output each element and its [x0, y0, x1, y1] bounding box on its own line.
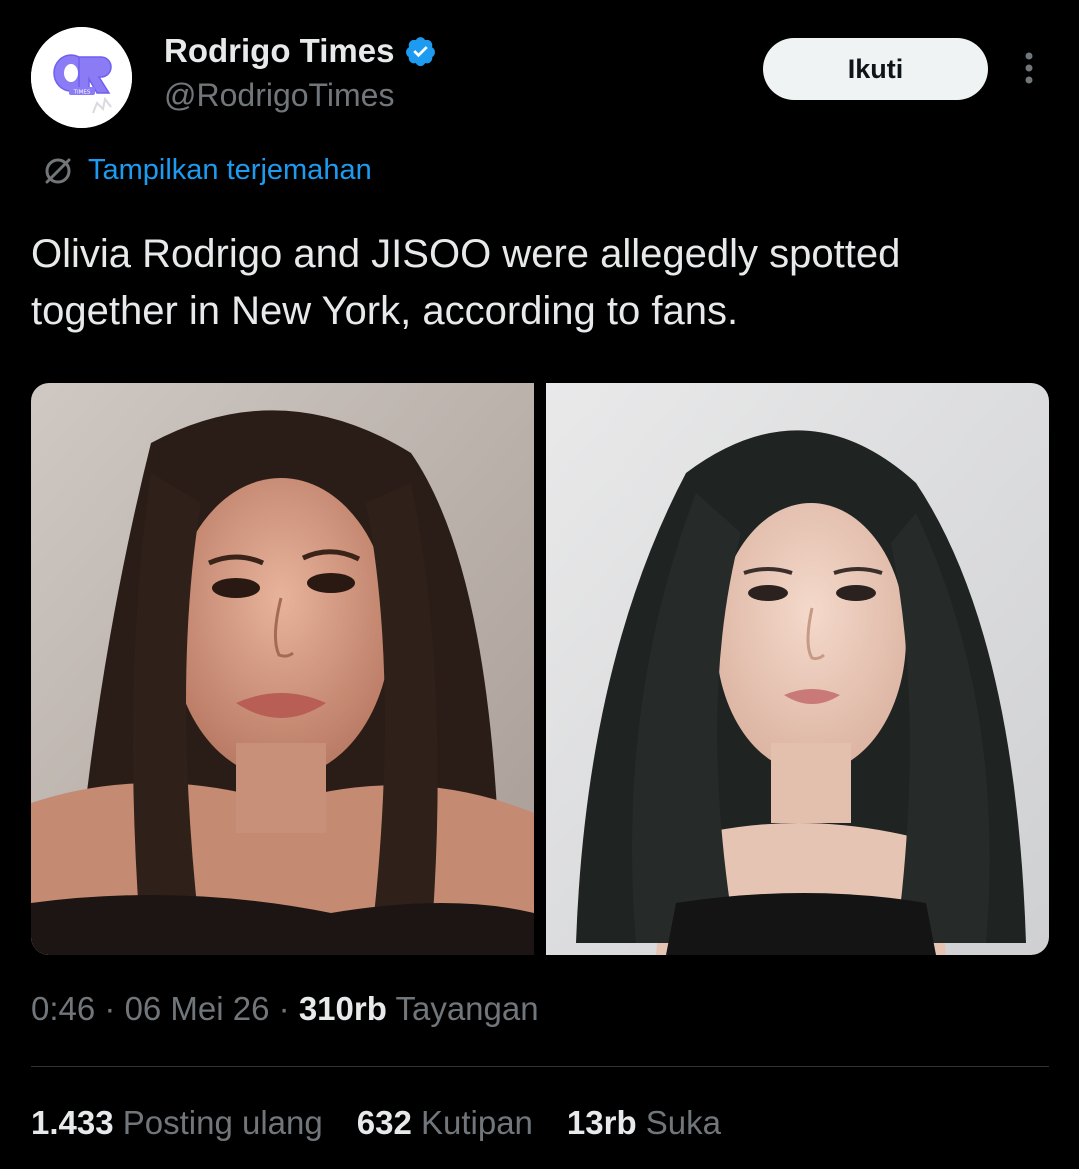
tweet-text: Olivia Rodrigo and JISOO were allegedly …: [31, 232, 901, 333]
quotes-stat[interactable]: 632 Kutipan: [357, 1104, 533, 1142]
avatar-logo: TIMES: [31, 27, 132, 128]
display-name[interactable]: Rodrigo Times: [164, 32, 394, 70]
portrait-image-left: [31, 383, 534, 955]
meta-separator: ·: [95, 990, 125, 1027]
tweet-time[interactable]: 0:46: [31, 990, 95, 1027]
views-count[interactable]: 310rb: [299, 990, 387, 1027]
portrait-image-right: [546, 383, 1049, 955]
avatar-subtext: TIMES: [73, 90, 91, 96]
reposts-count: 1.433: [31, 1104, 114, 1141]
engagement-stats: 1.433 Posting ulang 632 Kutipan 13rb Suk…: [31, 1104, 721, 1142]
tweet: TIMES Rodrigo Times @RodrigoTimes Ikuti …: [0, 0, 1079, 1169]
tweet-meta: 0:46 · 06 Mei 26 · 310rb Tayangan: [31, 990, 539, 1028]
likes-count: 13rb: [566, 1104, 637, 1141]
quotes-label: Kutipan: [411, 1104, 533, 1141]
photo-olivia-rodrigo[interactable]: [31, 383, 534, 955]
divider: [31, 1066, 1049, 1067]
follow-button[interactable]: Ikuti: [763, 38, 988, 100]
likes-stat[interactable]: 13rb Suka: [567, 1104, 721, 1142]
photo-jisoo[interactable]: [546, 383, 1049, 955]
avatar[interactable]: TIMES: [31, 27, 132, 128]
reposts-label: Posting ulang: [113, 1104, 323, 1141]
translate-icon: [45, 158, 71, 183]
reposts-stat[interactable]: 1.433 Posting ulang: [31, 1104, 323, 1142]
display-name-row: Rodrigo Times: [164, 32, 437, 70]
tweet-date[interactable]: 06 Mei 26: [125, 990, 270, 1027]
media-grid: [31, 383, 1049, 955]
verified-badge-icon[interactable]: [404, 35, 437, 68]
meta-separator: ·: [269, 990, 299, 1027]
likes-label: Suka: [636, 1104, 722, 1141]
views-label: Tayangan: [386, 990, 539, 1027]
quotes-count: 632: [356, 1104, 412, 1141]
show-translation-link[interactable]: Tampilkan terjemahan: [88, 154, 372, 187]
translate-row[interactable]: Tampilkan terjemahan: [42, 154, 372, 187]
more-vertical-icon[interactable]: [1014, 50, 1044, 86]
handle[interactable]: @RodrigoTimes: [164, 77, 394, 114]
